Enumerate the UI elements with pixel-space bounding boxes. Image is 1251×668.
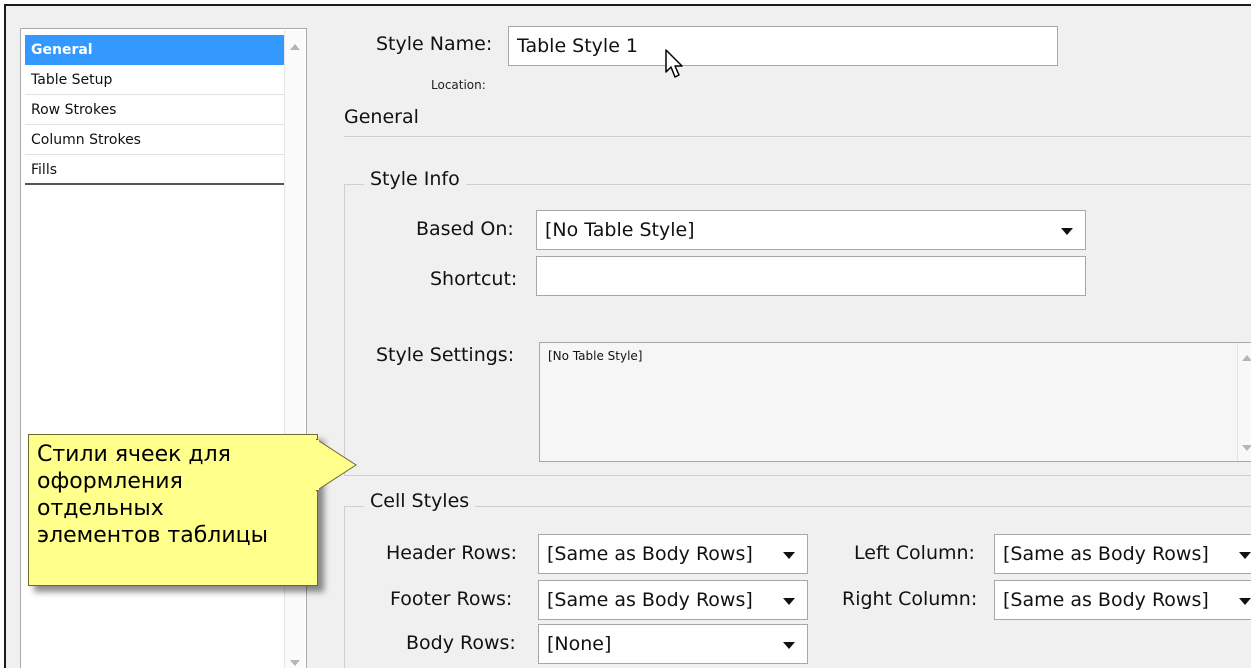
- right-column-dropdown[interactable]: [Same as Body Rows]: [994, 580, 1251, 620]
- dropdown-caret-icon: [1239, 598, 1251, 605]
- body-rows-label: Body Rows:: [406, 632, 516, 654]
- sidebar-list: General Table Setup Row Strokes Column S…: [25, 35, 284, 185]
- section-divider: [344, 136, 1251, 137]
- based-on-dropdown[interactable]: [No Table Style]: [536, 210, 1086, 250]
- shortcut-input[interactable]: [536, 256, 1086, 296]
- callout-line: оформления: [37, 469, 183, 494]
- shortcut-label: Shortcut:: [430, 268, 518, 290]
- dropdown-caret-icon: [1239, 552, 1251, 559]
- left-column-dropdown[interactable]: [Same as Body Rows]: [994, 534, 1251, 574]
- dropdown-caret-icon: [1061, 228, 1073, 235]
- footer-rows-dropdown[interactable]: [Same as Body Rows]: [538, 580, 808, 620]
- style-settings-label: Style Settings:: [376, 344, 515, 366]
- sidebar-item-row-strokes[interactable]: Row Strokes: [25, 95, 284, 125]
- cell-styles-title: Cell Styles: [364, 490, 476, 512]
- scroll-down-icon[interactable]: [1242, 445, 1251, 451]
- callout-pointer-icon: [316, 439, 357, 492]
- scroll-down-icon[interactable]: [290, 660, 300, 666]
- body-rows-dropdown[interactable]: [None]: [538, 624, 808, 664]
- location-label: Location:: [431, 78, 486, 92]
- based-on-value: [No Table Style]: [545, 219, 695, 241]
- style-settings-box[interactable]: [No Table Style]: [539, 342, 1251, 462]
- scroll-up-icon[interactable]: [290, 44, 300, 50]
- right-column-label: Right Column:: [842, 588, 978, 610]
- dialog-window: General Table Setup Row Strokes Column S…: [4, 4, 1251, 668]
- left-column-value: [Same as Body Rows]: [1003, 543, 1209, 565]
- style-settings-scrollbar[interactable]: [1237, 343, 1251, 461]
- annotation-callout: Стили ячеек для оформления отдельных эле…: [28, 434, 318, 586]
- dropdown-caret-icon: [783, 552, 795, 559]
- header-rows-label: Header Rows:: [386, 542, 518, 564]
- dropdown-caret-icon: [783, 642, 795, 649]
- sidebar-item-column-strokes[interactable]: Column Strokes: [25, 125, 284, 155]
- mouse-pointer-icon: [665, 49, 683, 78]
- footer-rows-label: Footer Rows:: [390, 588, 513, 610]
- body-rows-value: [None]: [547, 633, 612, 655]
- sidebar-item-fills[interactable]: Fills: [25, 155, 284, 185]
- dropdown-caret-icon: [783, 598, 795, 605]
- callout-line: отдельных: [37, 496, 164, 521]
- sidebar-item-general[interactable]: General: [25, 35, 284, 65]
- style-settings-value: [No Table Style]: [548, 349, 643, 363]
- style-name-label: Style Name:: [376, 33, 493, 55]
- sidebar-item-table-setup[interactable]: Table Setup: [25, 65, 284, 95]
- style-name-input[interactable]: Table Style 1: [508, 26, 1058, 66]
- right-column-value: [Same as Body Rows]: [1003, 589, 1209, 611]
- header-rows-value: [Same as Body Rows]: [547, 543, 753, 565]
- header-rows-dropdown[interactable]: [Same as Body Rows]: [538, 534, 808, 574]
- callout-line: Стили ячеек для: [37, 442, 231, 467]
- based-on-label: Based On:: [416, 218, 514, 240]
- callout-line: элементов таблицы: [37, 523, 268, 548]
- section-title: General: [344, 106, 419, 128]
- left-column-label: Left Column:: [854, 542, 975, 564]
- style-info-title: Style Info: [364, 168, 466, 190]
- footer-rows-value: [Same as Body Rows]: [547, 589, 753, 611]
- scroll-up-icon[interactable]: [1242, 355, 1251, 361]
